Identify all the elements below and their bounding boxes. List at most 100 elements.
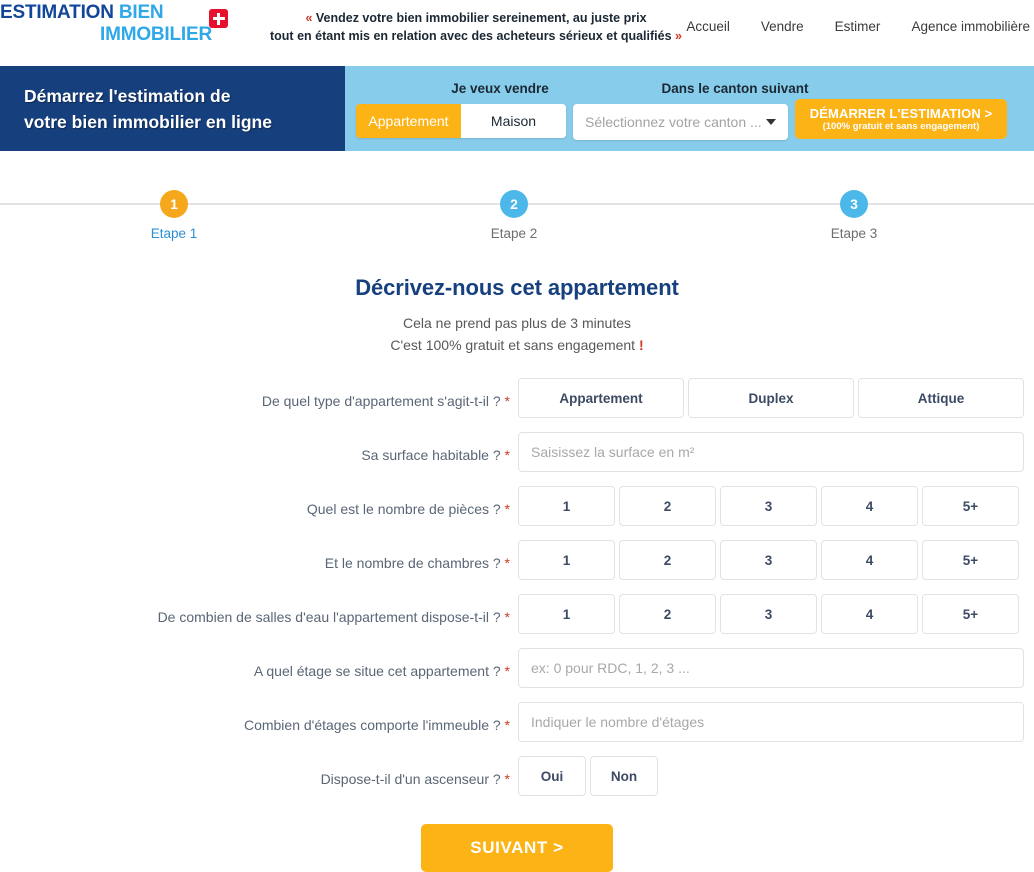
option-salles-eau-5plus[interactable]: 5+ — [922, 594, 1019, 634]
stepper-step-3-circle: 3 — [840, 190, 868, 218]
property-type-appartement-button[interactable]: Appartement — [356, 104, 461, 138]
option-pieces-2[interactable]: 2 — [619, 486, 716, 526]
option-ascenseur-oui[interactable]: Oui — [518, 756, 586, 796]
option-type-duplex[interactable]: Duplex — [688, 378, 854, 418]
form-subtitle-exclaim: ! — [638, 337, 644, 353]
option-salles-eau-4[interactable]: 4 — [821, 594, 918, 634]
form-label-etages-immeuble: Combien d'étages comporte l'immeuble ? * — [0, 702, 518, 748]
option-chambres-1[interactable]: 1 — [518, 540, 615, 580]
tagline-line-2: tout en étant mis en relation avec des a… — [256, 27, 696, 45]
tagline-text-1: Vendez votre bien immobilier sereinement… — [315, 11, 647, 25]
etages-immeuble-input[interactable] — [518, 702, 1024, 742]
start-estimation-label: DÉMARRER L'ESTIMATION > — [809, 105, 993, 121]
form-title: Décrivez-nous cet appartement — [355, 275, 679, 300]
option-pieces-3[interactable]: 3 — [720, 486, 817, 526]
swiss-flag-icon — [209, 9, 228, 28]
option-pieces-5plus[interactable]: 5+ — [922, 486, 1019, 526]
form-subtitle-text-2: C'est 100% gratuit et sans engagement — [390, 337, 639, 353]
stepper-step-3-label: Etape 3 — [830, 226, 878, 241]
logo-line-1: ESTIMATION BIEN — [0, 2, 240, 24]
form-label-text: Dispose-t-il d'un ascenseur ? — [320, 771, 501, 787]
stepper-step-2-label: Etape 2 — [490, 226, 538, 241]
site-header: ESTIMATION BIEN IMMOBILIER « Vendez votr… — [0, 0, 1034, 60]
option-salles-eau-2[interactable]: 2 — [619, 594, 716, 634]
etage-input[interactable] — [518, 648, 1024, 688]
logo-line-2: IMMOBILIER — [100, 24, 212, 45]
stepper-step-3[interactable]: 3 Etape 3 — [794, 170, 914, 241]
option-salles-eau-1[interactable]: 1 — [518, 594, 615, 634]
nav-item-accueil[interactable]: Accueil — [686, 19, 730, 34]
form-subtitle: Cela ne prend pas plus de 3 minutes C'es… — [0, 312, 1034, 356]
form-control-etages-immeuble — [518, 702, 1034, 742]
submit-row: SUIVANT > — [0, 824, 1034, 872]
hero-headline-line-1: Démarrez l'estimation de — [24, 85, 231, 106]
form-label-text: Combien d'étages comporte l'immeuble ? — [243, 717, 501, 733]
form-subtitle-line-2: C'est 100% gratuit et sans engagement ! — [0, 334, 1034, 356]
hero-estimation-bar: Démarrez l'estimation de votre bien immo… — [0, 66, 1034, 151]
header-tagline: « Vendez votre bien immobilier sereineme… — [256, 9, 696, 45]
form-label-etage: A quel étage se situe cet appartement ? … — [0, 648, 518, 694]
option-salles-eau-3[interactable]: 3 — [720, 594, 817, 634]
form-label-salles-eau: De combien de salles d'eau l'appartement… — [0, 594, 518, 640]
form-label-nombre-pieces: Quel est le nombre de pièces ? * — [0, 486, 518, 532]
option-pieces-1[interactable]: 1 — [518, 486, 615, 526]
tagline-line-1: « Vendez votre bien immobilier sereineme… — [256, 9, 696, 27]
next-step-button[interactable]: SUIVANT > — [421, 824, 613, 872]
estimation-form: Décrivez-nous cet appartement Cela ne pr… — [0, 275, 1034, 872]
form-label-text: Sa surface habitable ? — [361, 447, 501, 463]
required-marker: * — [504, 609, 510, 625]
form-row-salles-eau: De combien de salles d'eau l'appartement… — [0, 594, 1034, 640]
required-marker: * — [504, 771, 510, 787]
option-pieces-4[interactable]: 4 — [821, 486, 918, 526]
option-type-attique[interactable]: Attique — [858, 378, 1024, 418]
canton-select-placeholder: Sélectionnez votre canton ... — [585, 114, 762, 130]
option-type-appartement[interactable]: Appartement — [518, 378, 684, 418]
form-label-text: Quel est le nombre de pièces ? — [306, 501, 501, 517]
site-logo[interactable]: ESTIMATION BIEN IMMOBILIER — [0, 2, 240, 46]
hero-headline: Démarrez l'estimation de votre bien immo… — [24, 83, 272, 135]
stepper-step-2[interactable]: 2 Etape 2 — [454, 170, 574, 241]
start-estimation-button[interactable]: DÉMARRER L'ESTIMATION > (100% gratuit et… — [795, 99, 1007, 139]
surface-input[interactable] — [518, 432, 1024, 472]
option-chambres-3[interactable]: 3 — [720, 540, 817, 580]
form-label-type-appartement: De quel type d'appartement s'agit-t-il ?… — [0, 378, 518, 424]
form-label-ascenseur: Dispose-t-il d'un ascenseur ? * — [0, 756, 518, 802]
stepper-step-1[interactable]: 1 Etape 1 — [114, 170, 234, 241]
form-subtitle-line-1: Cela ne prend pas plus de 3 minutes — [402, 315, 632, 331]
start-estimation-sublabel: (100% gratuit et sans engagement) — [822, 120, 980, 132]
form-control-nombre-chambres: 1 2 3 4 5+ — [518, 540, 1034, 580]
nav-item-agence-immobiliere[interactable]: Agence immobilière — [911, 19, 1030, 34]
required-marker: * — [504, 663, 510, 679]
logo-word-bien: BIEN — [118, 2, 164, 23]
form-label-text: A quel étage se situe cet appartement ? — [253, 663, 501, 679]
form-row-ascenseur: Dispose-t-il d'un ascenseur ? * Oui Non — [0, 756, 1034, 802]
nav-item-vendre[interactable]: Vendre — [761, 19, 804, 34]
label-dans-le-canton-suivant: Dans le canton suivant — [661, 81, 809, 96]
property-type-toggle: Appartement Maison — [356, 104, 566, 138]
form-control-salles-eau: 1 2 3 4 5+ — [518, 594, 1034, 634]
option-ascenseur-non[interactable]: Non — [590, 756, 658, 796]
form-row-surface: Sa surface habitable ? * — [0, 432, 1034, 478]
hero-form-panel: Je veux vendre Dans le canton suivant Ap… — [345, 66, 1034, 151]
option-chambres-4[interactable]: 4 — [821, 540, 918, 580]
form-row-nombre-chambres: Et le nombre de chambres ? * 1 2 3 4 5+ — [0, 540, 1034, 586]
form-row-etages-immeuble: Combien d'étages comporte l'immeuble ? * — [0, 702, 1034, 748]
property-type-maison-button[interactable]: Maison — [461, 104, 566, 138]
form-control-ascenseur: Oui Non — [518, 756, 1034, 796]
form-label-surface: Sa surface habitable ? * — [0, 432, 518, 478]
option-chambres-2[interactable]: 2 — [619, 540, 716, 580]
quote-open-mark: « — [305, 11, 313, 25]
form-control-nombre-pieces: 1 2 3 4 5+ — [518, 486, 1034, 526]
nav-item-estimer[interactable]: Estimer — [835, 19, 881, 34]
canton-select[interactable]: Sélectionnez votre canton ... — [573, 104, 788, 140]
form-control-surface — [518, 432, 1034, 472]
stepper-step-1-circle: 1 — [160, 190, 188, 218]
hero-headline-line-2: votre bien immobilier en ligne — [24, 111, 272, 132]
form-row-nombre-pieces: Quel est le nombre de pièces ? * 1 2 3 4… — [0, 486, 1034, 532]
required-marker: * — [504, 555, 510, 571]
option-chambres-5plus[interactable]: 5+ — [922, 540, 1019, 580]
form-row-type-appartement: De quel type d'appartement s'agit-t-il ?… — [0, 378, 1034, 424]
form-row-etage: A quel étage se situe cet appartement ? … — [0, 648, 1034, 694]
logo-word-estimation: ESTIMATION — [0, 2, 119, 23]
stepper-step-1-label: Etape 1 — [150, 226, 198, 241]
